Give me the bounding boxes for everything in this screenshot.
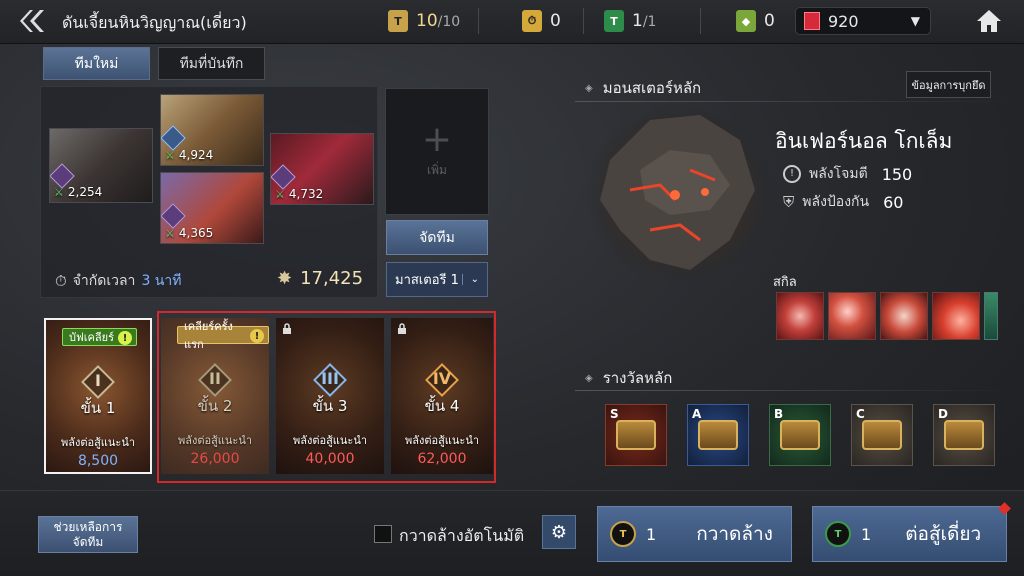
reward-section-title: ◈ รางวัลหลัก [585,369,673,387]
auto-settings-button[interactable]: ⚙ [542,515,576,549]
boss-name: อินเฟอร์นอล โกเล็ม [775,129,953,153]
gem-currency-dropdown[interactable]: 920 ▼ [795,7,931,35]
hero-slot-1[interactable]: ⚔ 2,254 [49,128,153,203]
time-limit: ⏱ จำกัดเวลา 3 นาที [55,272,182,290]
ruby-icon [804,12,820,30]
green-ticket-counter: T 1/1 [604,6,656,36]
diamond-icon: ◈ [585,372,593,384]
attack-icon: ! [783,165,801,183]
chest-icon [862,420,902,450]
hero-power: ⚔ 4,924 [165,148,214,162]
gem-count: 920 [828,11,859,31]
divider [478,8,479,34]
add-hero-slot[interactable]: + เพิ่ม [385,88,489,215]
clock-icon: ⏱ [522,10,542,32]
reward-chest-s[interactable]: S [605,404,667,466]
chevron-down-icon: ▼ [910,14,920,28]
clear-buff-badge: บัฟเคลียร์! [62,328,137,346]
ticket-icon: T [388,10,408,32]
back-icon[interactable] [18,8,52,34]
skill-icon-1[interactable] [776,292,824,340]
sword-icon: ⚔ [275,187,285,201]
stopwatch-icon: ⏱ [55,272,67,290]
boss-section-title: ◈ มอนสเตอร์หลัก [585,79,702,97]
crystal-counter: ◆ 0 [736,6,775,36]
shield-icon: ⛨ [783,193,795,211]
skill-icon-5-partial[interactable] [984,292,998,340]
skill-icon-4[interactable] [932,292,980,340]
divider [583,8,584,34]
sweep-button[interactable]: T 1 กวาดล้าง [597,506,792,562]
raid-info-button[interactable]: ข้อมูลการบุกยึด [906,71,991,98]
hero-slot-3[interactable]: ⚔ 4,365 [160,172,264,244]
chevron-down-icon: ⌄ [461,274,479,285]
hero-power: ⚔ 4,365 [165,226,214,240]
chest-icon [780,420,820,450]
reward-chest-d[interactable]: D [933,404,995,466]
ticket-icon: T [610,521,636,547]
boss-attack: ! พลังโจมตี 150 [783,163,912,185]
green-ticket-icon: T [604,10,624,32]
hero-power: ⚔ 4,732 [275,187,324,201]
sword-icon: ⚔ [54,185,64,199]
chest-icon [944,420,984,450]
chest-icon [698,420,738,450]
locked-stages-highlight [157,311,496,483]
divider [575,390,1015,391]
green-ticket-icon: T [825,521,851,547]
page-title: ดันเจี้ยนหินวิญญาณ(เดี่ยว) [62,13,247,32]
chest-icon [616,420,656,450]
skills-label: สกิล [773,275,797,290]
divider [700,8,701,34]
reward-chest-c[interactable]: C [851,404,913,466]
hero-slot-4[interactable]: ⚔ 4,732 [270,133,374,205]
home-icon[interactable] [975,8,1003,34]
skill-icon-2[interactable] [828,292,876,340]
skill-icon-3[interactable] [880,292,928,340]
stage-card-1[interactable]: บัฟเคลียร์! I ขั้น 1 พลังต่อสู้แนะนำ 8,5… [44,318,152,474]
boss-defense: ⛨ พลังป้องกัน 60 [783,192,904,212]
auto-sweep-checkbox[interactable] [374,525,392,543]
reward-chest-a[interactable]: A [687,404,749,466]
tab-saved-team[interactable]: ทีมที่บันทึก [158,47,265,80]
sword-icon: ⚔ [165,226,175,240]
info-icon: ! [117,331,132,345]
plus-icon: + [421,119,453,160]
ticket-counter: T 10/10 [388,6,460,36]
hero-power: ⚔ 2,254 [54,185,103,199]
solo-battle-button[interactable]: T 1 ต่อสู้เดี่ยว [812,506,1007,562]
hero-slot-2[interactable]: ⚔ 4,924 [160,94,264,166]
reward-chest-b[interactable]: B [769,404,831,466]
diamond-icon: ◈ [585,82,593,94]
team-combat-power: ✸ 17,425 [277,268,364,289]
mastery-select[interactable]: มาสเตอรี 1 ⌄ [386,262,488,297]
sword-icon: ⚔ [165,148,175,162]
clock-item-counter: ⏱ 0 [522,6,561,36]
combat-power-icon: ✸ [277,268,293,289]
auto-sweep-label: กวาดล้างอัตโนมัติ [399,526,525,545]
tab-new-team[interactable]: ทีมใหม่ [43,47,150,80]
team-help-button[interactable]: ช่วยเหลือการ จัดทีม [38,516,138,553]
gear-icon: ⚙ [550,521,568,543]
arrange-team-button[interactable]: จัดทีม [386,220,488,255]
boss-golem-image [585,105,775,285]
crystal-icon: ◆ [736,10,756,32]
